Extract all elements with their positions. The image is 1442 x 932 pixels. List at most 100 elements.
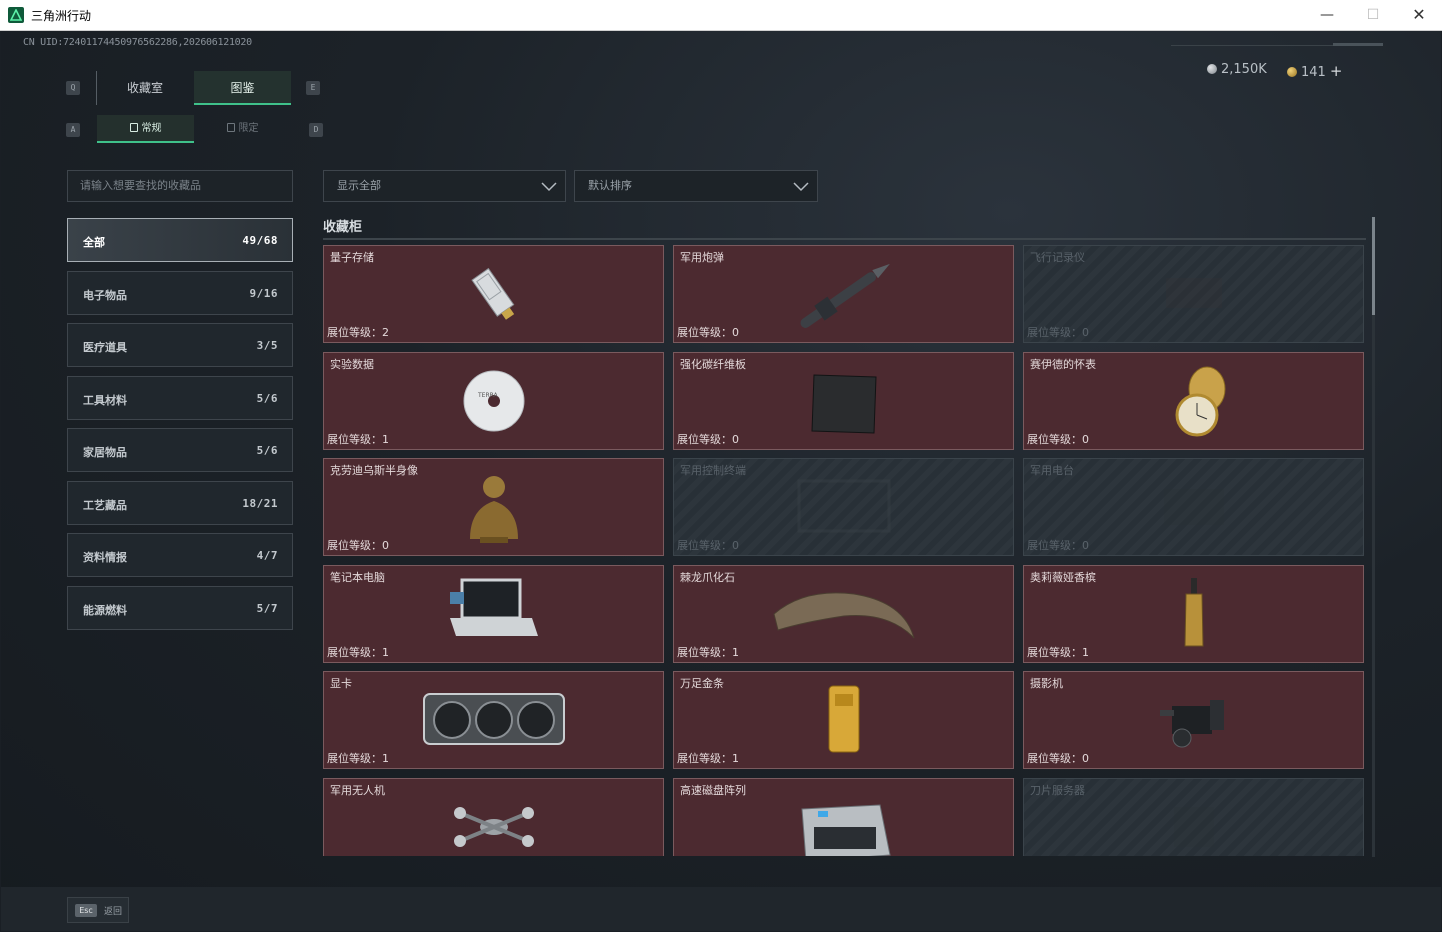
esc-key-hint: Esc xyxy=(75,904,97,917)
category-item[interactable]: 工具材料 5/6 xyxy=(67,375,293,420)
scrollbar-thumb[interactable] xyxy=(1372,217,1375,315)
minimize-button[interactable]: — xyxy=(1304,0,1350,31)
back-button[interactable]: Esc 返回 xyxy=(67,897,129,923)
level-value: 1 xyxy=(732,752,739,765)
item-level: 展位等级：0 xyxy=(1027,431,1089,447)
category-label: 工具材料 xyxy=(83,393,127,407)
regular-icon xyxy=(129,123,138,132)
level-value: 0 xyxy=(1082,752,1089,765)
collection-item-card[interactable]: 强化碳纤维板 展位等级：0 xyxy=(673,351,1014,450)
gold-currency[interactable]: 141 + xyxy=(1287,62,1342,80)
category-item[interactable]: 资料情报 4/7 xyxy=(67,533,293,577)
category-item[interactable]: 医疗道具 3/5 xyxy=(67,323,293,367)
level-value: 1 xyxy=(1082,645,1089,659)
limited-icon xyxy=(226,123,235,132)
level-prefix: 展位等级： xyxy=(1027,645,1082,659)
collection-item-card[interactable]: 军用炮弹展位等级：0 xyxy=(673,245,1014,343)
sort-dropdown[interactable]: 默认排序 xyxy=(574,170,818,202)
category-label: 电子物品 xyxy=(83,288,127,302)
item-level: 展位等级：1 xyxy=(677,644,739,660)
subtab-limited[interactable]: 限定 xyxy=(194,115,291,143)
category-item[interactable]: 能源燃料 5/7 xyxy=(67,585,293,630)
maximize-button[interactable]: ☐ xyxy=(1350,0,1396,31)
item-name: 军用炮弹 xyxy=(680,251,724,264)
silver-amount: 2,150K xyxy=(1221,62,1267,77)
category-label: 家居物品 xyxy=(83,446,127,459)
filter-value: 显示全部 xyxy=(337,179,381,192)
collection-item-card[interactable]: 刀片服务器 xyxy=(1023,777,1364,856)
level-value: 1 xyxy=(382,432,389,446)
item-name: 量子存储 xyxy=(330,251,374,264)
collection-item-card[interactable]: 高速磁盘阵列 xyxy=(673,777,1014,856)
window-titlebar: 三角洲行动 — ☐ ✕ xyxy=(0,0,1442,31)
item-name: 强化碳纤维板 xyxy=(680,357,746,371)
collection-item-card[interactable]: 军用电台 展位等级：0 xyxy=(1023,458,1364,556)
collection-item-card[interactable]: 克劳迪乌斯半身像 展位等级：0 xyxy=(323,458,664,556)
category-item[interactable]: 全部 49/68 xyxy=(67,218,293,262)
item-name: 实验数据 xyxy=(330,357,374,371)
collection-item-card[interactable]: 飞行记录仪 展位等级：0 xyxy=(1023,245,1364,343)
sort-value: 默认排序 xyxy=(588,179,632,192)
category-item[interactable]: 工艺藏品 18/21 xyxy=(67,480,293,525)
collection-item-card[interactable]: 赛伊德的怀表 展位等级：0 xyxy=(1023,351,1364,450)
level-prefix: 展位等级： xyxy=(327,752,382,765)
collection-item-card[interactable]: TERRA 实验数据展位等级：1 xyxy=(323,351,664,450)
category-count: 5/7 xyxy=(256,601,278,615)
category-count: 9/16 xyxy=(249,286,278,300)
category-count: 5/6 xyxy=(256,444,278,457)
level-prefix: 展位等级： xyxy=(327,432,382,446)
category-label: 能源燃料 xyxy=(83,603,127,617)
item-level: 展位等级：0 xyxy=(677,431,739,447)
chevron-down-icon xyxy=(793,182,809,192)
category-count: 5/6 xyxy=(256,391,278,405)
level-prefix: 展位等级： xyxy=(1027,326,1082,339)
key-hint-a: A xyxy=(66,123,80,137)
level-prefix: 展位等级： xyxy=(1027,539,1082,552)
level-prefix: 展位等级： xyxy=(327,645,382,659)
tab-catalog[interactable]: 图鉴 xyxy=(194,71,291,105)
category-count: 4/7 xyxy=(256,549,278,562)
close-button[interactable]: ✕ xyxy=(1396,0,1442,31)
collection-item-card[interactable]: 万足金条 展位等级：1 xyxy=(673,671,1014,769)
collection-item-card[interactable]: 显卡 展位等级：1 xyxy=(323,671,664,769)
filter-dropdown[interactable]: 显示全部 xyxy=(323,170,566,202)
tab-collection-room[interactable]: 收藏室 xyxy=(96,71,193,105)
collection-item-card[interactable]: 军用无人机 xyxy=(323,777,664,856)
item-name: 摄影机 xyxy=(1030,677,1063,690)
subtab-regular[interactable]: 常规 xyxy=(97,115,194,143)
category-count: 3/5 xyxy=(256,339,278,352)
subtab-limited-label: 限定 xyxy=(238,123,259,134)
collection-item-card[interactable]: 奥莉薇娅香槟 展位等级：1 xyxy=(1023,564,1364,663)
item-name: 显卡 xyxy=(330,677,352,690)
silver-currency: 2,150K xyxy=(1207,62,1267,77)
collection-item-card[interactable]: 量子存储 展位等级：2 xyxy=(323,245,664,343)
add-currency-button[interactable]: + xyxy=(1330,62,1343,80)
app-logo-icon xyxy=(8,7,24,23)
collection-item-card[interactable]: 摄影机展位等级：0 xyxy=(1023,671,1364,769)
level-value: 0 xyxy=(382,539,389,552)
level-value: 2 xyxy=(382,326,389,339)
level-value: 0 xyxy=(1082,432,1089,446)
search-input[interactable]: 请输入想要查找的收藏品 xyxy=(67,170,293,202)
item-level: 展位等级：0 xyxy=(327,537,389,553)
level-prefix: 展位等级： xyxy=(1027,752,1082,765)
collection-item-card[interactable]: 笔记本电脑 展位等级：1 xyxy=(323,564,664,663)
category-label: 医疗道具 xyxy=(83,341,127,354)
item-level: 展位等级：0 xyxy=(677,324,739,340)
level-prefix: 展位等级： xyxy=(677,645,732,659)
key-hint-d: D xyxy=(309,123,323,137)
item-name: 飞行记录仪 xyxy=(1030,251,1085,264)
item-level: 展位等级：1 xyxy=(327,431,389,447)
category-item[interactable]: 电子物品 9/16 xyxy=(67,270,293,315)
item-level: 展位等级：1 xyxy=(1027,644,1089,660)
item-name: 奥莉薇娅香槟 xyxy=(1030,570,1096,584)
key-hint-e: E xyxy=(306,81,320,95)
collection-item-card[interactable]: 军用控制终端 展位等级：0 xyxy=(673,458,1014,556)
svg-text:TERRA: TERRA xyxy=(477,392,499,399)
category-item[interactable]: 家居物品 5/6 xyxy=(67,428,293,472)
user-uid: CN UID:7240117445097656228​6,2026061210​… xyxy=(23,37,252,48)
section-title: 收藏柜 xyxy=(323,220,363,235)
level-prefix: 展位等级： xyxy=(677,432,732,446)
game-viewport: CN UID:7240117445097656228​6,2026061210​… xyxy=(1,31,1441,931)
collection-item-card[interactable]: 棘龙爪化石 展位等级：1 xyxy=(673,564,1014,663)
